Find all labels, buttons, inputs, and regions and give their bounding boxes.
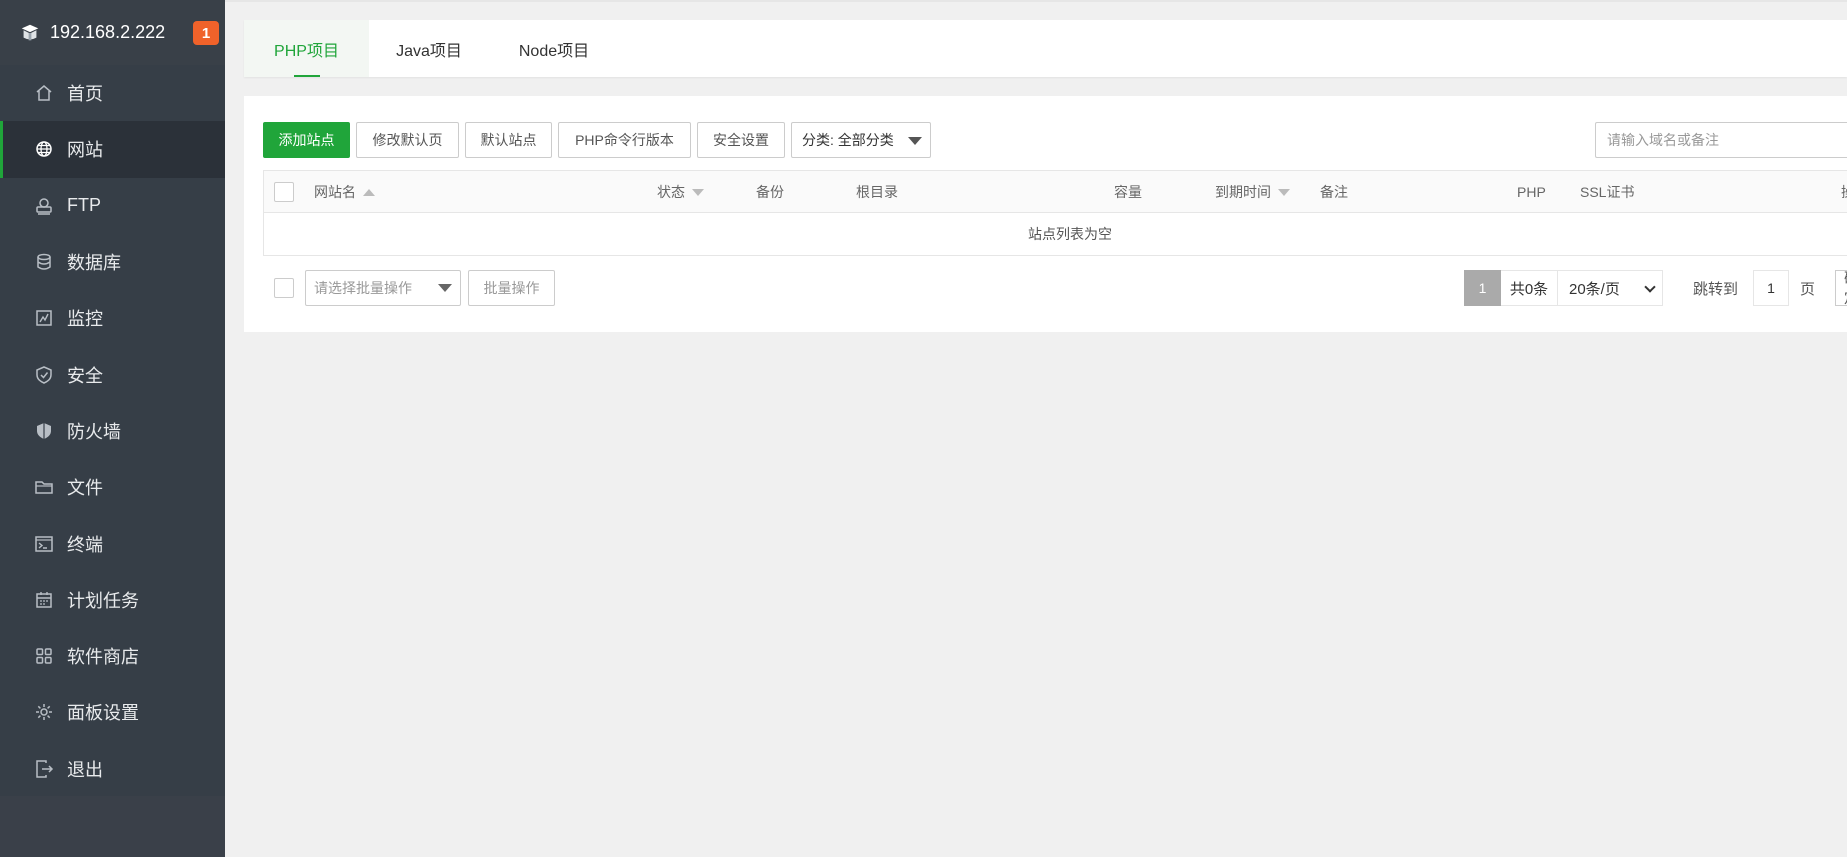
modify-default-page-button[interactable]: 修改默认页 (356, 122, 459, 158)
sidebar-item-files[interactable]: 文件 (0, 459, 225, 515)
batch-operation-button[interactable]: 批量操作 (468, 270, 555, 306)
sidebar-item-label: FTP (67, 195, 101, 216)
jump-to-label: 跳转到 (1693, 280, 1739, 298)
batch-operation-select[interactable]: 请选择批量操作 (305, 270, 461, 306)
sort-desc-icon (1278, 188, 1290, 196)
calendar-icon (34, 590, 54, 610)
sidebar-item-cron[interactable]: 计划任务 (0, 572, 225, 628)
sidebar-item-label: 数据库 (67, 253, 121, 274)
sidebar-item-panel-settings[interactable]: 面板设置 (0, 684, 225, 740)
server-ip: 192.168.2.222 (50, 22, 166, 42)
column-capacity: 容量 (1114, 184, 1142, 200)
monitor-icon (34, 308, 54, 328)
project-type-tabs: PHP项目 Java项目 Node项目 (244, 20, 1847, 77)
sort-asc-icon (363, 188, 375, 196)
category-select-value: 分类: 全部分类 (802, 132, 894, 148)
sidebar-menu: 192.168.2.222 1 首页 网站 FTP 数据库 监控 安全 防火墙 … (0, 0, 225, 796)
batch-select-checkbox[interactable] (274, 278, 294, 298)
apps-grid-icon (34, 646, 54, 666)
database-icon (34, 252, 54, 272)
table-header: 网站名 状态 备份 根目录 容量 到期时间 备注 PHP SSL证书 操 (264, 171, 1847, 213)
sidebar-item-firewall[interactable]: 防火墙 (0, 403, 225, 459)
sidebar-item-home[interactable]: 首页 (0, 65, 225, 121)
top-divider (225, 0, 1847, 2)
column-actions: 操 (1841, 171, 1847, 213)
page-size-select[interactable]: 20条/页 (1557, 270, 1663, 306)
sidebar-item-label: 终端 (67, 534, 103, 555)
php-cli-version-button[interactable]: PHP命令行版本 (558, 122, 691, 158)
column-backup: 备份 (756, 184, 784, 200)
gear-icon (34, 702, 54, 722)
page-size-value: 20条/页 (1569, 280, 1620, 298)
sidebar-item-label: 监控 (67, 309, 103, 330)
sidebar-item-app-store[interactable]: 软件商店 (0, 628, 225, 684)
category-select[interactable]: 分类: 全部分类 (791, 122, 931, 158)
sidebar-item-label: 文件 (67, 478, 103, 499)
logout-icon (34, 759, 54, 779)
sidebar-item-label: 安全 (67, 365, 103, 386)
add-site-button[interactable]: 添加站点 (263, 122, 350, 158)
sidebar-item-label: 计划任务 (67, 590, 139, 611)
batch-operation-placeholder: 请选择批量操作 (314, 280, 412, 296)
sidebar-item-label: 退出 (67, 759, 103, 780)
search-input[interactable] (1595, 122, 1847, 158)
empty-table-row: 站点列表为空 (264, 213, 1847, 255)
empty-message: 站点列表为空 (1028, 226, 1112, 242)
select-all-checkbox[interactable] (274, 182, 294, 202)
column-site-name[interactable]: 网站名 (314, 171, 375, 213)
tab-node-project[interactable]: Node项目 (489, 20, 619, 77)
caret-down-icon (908, 137, 922, 145)
sidebar-item-monitor[interactable]: 监控 (0, 290, 225, 346)
pagination-total: 共0条 (1501, 270, 1558, 306)
column-remark: 备注 (1320, 184, 1348, 200)
column-status[interactable]: 状态 (657, 171, 704, 213)
tab-php-project[interactable]: PHP项目 (244, 20, 369, 77)
sidebar-item-ftp[interactable]: FTP (0, 178, 225, 234)
sidebar-item-label: 网站 (67, 140, 103, 161)
firewall-shield-icon (34, 421, 54, 441)
sidebar-item-label: 首页 (67, 84, 103, 105)
terminal-icon (34, 534, 54, 554)
folder-icon (34, 477, 54, 497)
panel-logo-icon (18, 21, 42, 45)
sidebar-item-website[interactable]: 网站 (0, 121, 225, 178)
site-list-panel: 添加站点 修改默认页 默认站点 PHP命令行版本 安全设置 分类: 全部分类 网… (244, 96, 1847, 332)
sidebar-item-security[interactable]: 安全 (0, 346, 225, 402)
sidebar-item-database[interactable]: 数据库 (0, 234, 225, 290)
default-site-button[interactable]: 默认站点 (465, 122, 552, 158)
sort-desc-icon (692, 188, 704, 196)
jump-page-input[interactable]: 1 (1753, 270, 1789, 306)
home-icon (34, 83, 54, 103)
sidebar-item-label: 软件商店 (67, 647, 139, 668)
chevron-down-icon (1644, 281, 1656, 293)
sidebar-item-label: 防火墙 (67, 421, 121, 442)
caret-down-icon (438, 284, 452, 292)
sidebar-item-logout[interactable]: 退出 (0, 741, 225, 797)
column-ssl: SSL证书 (1580, 184, 1635, 200)
shield-check-icon (34, 365, 54, 385)
sidebar-header[interactable]: 192.168.2.222 1 (0, 0, 225, 65)
security-settings-button[interactable]: 安全设置 (697, 122, 785, 158)
jump-confirm-button[interactable]: 确定 (1835, 270, 1847, 306)
sidebar: 192.168.2.222 1 首页 网站 FTP 数据库 监控 安全 防火墙 … (0, 0, 225, 857)
column-expiry[interactable]: 到期时间 (1215, 171, 1290, 213)
globe-icon (34, 139, 54, 159)
tab-java-project[interactable]: Java项目 (369, 20, 489, 77)
notification-badge[interactable]: 1 (193, 21, 219, 45)
site-table: 网站名 状态 备份 根目录 容量 到期时间 备注 PHP SSL证书 操 站点列… (263, 170, 1847, 256)
sidebar-item-label: 面板设置 (67, 703, 139, 724)
sidebar-item-terminal[interactable]: 终端 (0, 515, 225, 571)
column-root-dir: 根目录 (856, 184, 898, 200)
page-suffix-label: 页 (1800, 280, 1816, 298)
pagination-current-page[interactable]: 1 (1464, 270, 1501, 306)
column-php: PHP (1517, 184, 1546, 200)
ftp-icon (34, 196, 54, 216)
